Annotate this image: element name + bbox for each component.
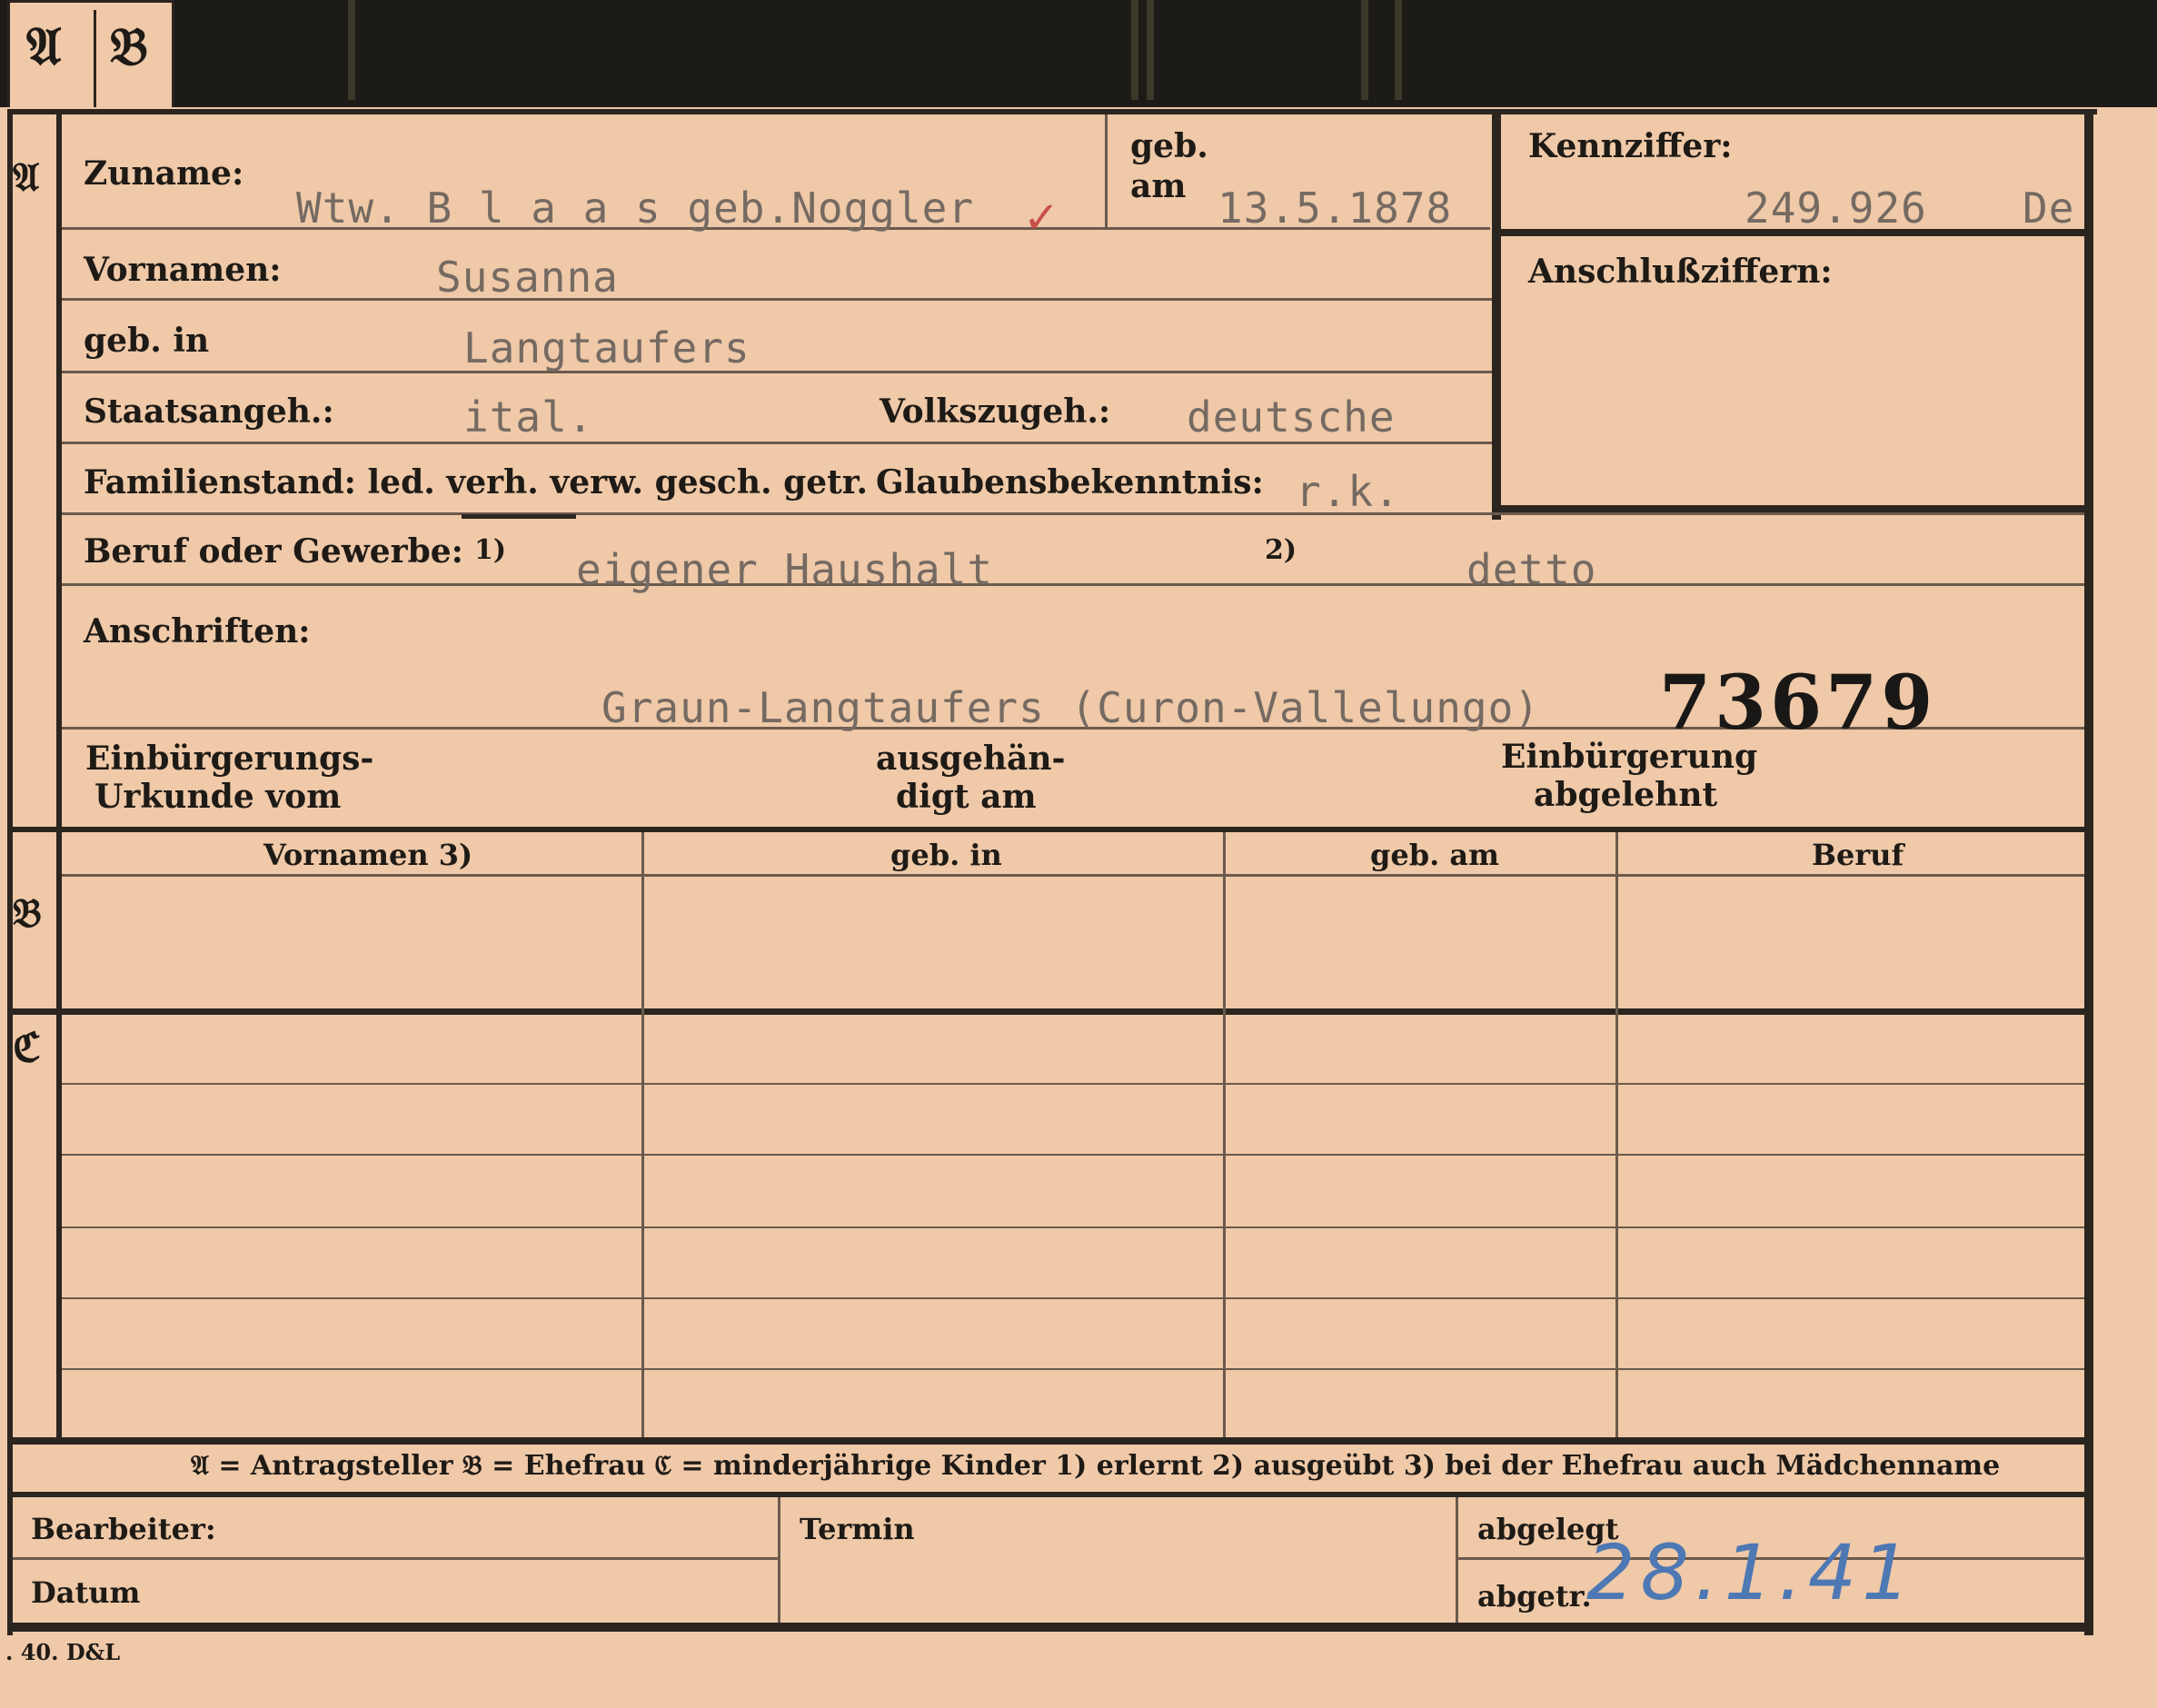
col-divider-2 bbox=[1223, 832, 1226, 1441]
table-header-gebin: geb. in bbox=[890, 838, 1002, 872]
staats-row-line bbox=[62, 442, 1492, 444]
geb-divider bbox=[1105, 114, 1108, 227]
familien-underline bbox=[462, 514, 576, 519]
geb-label: geb. bbox=[1130, 127, 1208, 165]
stamp-number: 73679 bbox=[1659, 660, 1937, 747]
kennziffer-label: Kennziffer: bbox=[1528, 127, 1733, 165]
card-right-border bbox=[2084, 109, 2093, 1635]
gebin-value[interactable]: Langtaufers bbox=[463, 323, 750, 372]
staats-value[interactable]: ital. bbox=[463, 392, 593, 442]
section-b-label: 𝔅 bbox=[13, 890, 42, 937]
abgelehnt-line1: Einbürgerung bbox=[1501, 738, 1758, 776]
children-row-line bbox=[62, 1226, 2084, 1228]
vornamen-label: Vornamen: bbox=[84, 251, 282, 289]
kennziffer-value[interactable]: 249.926 bbox=[1744, 184, 1927, 233]
kennziffer-suffix: De bbox=[2023, 184, 2075, 233]
section-c-label: ℭ bbox=[13, 1025, 41, 1071]
abgelehnt-line2: abgelehnt bbox=[1534, 776, 1718, 814]
einb-urkunde-line1: Einbürgerungs- bbox=[85, 740, 374, 778]
termin-label: Termin bbox=[800, 1512, 915, 1546]
children-row-line bbox=[62, 1083, 2084, 1085]
bearbeiter-label: Bearbeiter: bbox=[31, 1512, 216, 1546]
footer-divider-1 bbox=[778, 1497, 780, 1623]
kennziffer-box-left bbox=[1492, 114, 1501, 520]
abgetr-label: abgetr. bbox=[1477, 1579, 1592, 1614]
card-left-border bbox=[7, 109, 13, 1635]
print-mark: . 40. D&L bbox=[5, 1639, 121, 1665]
table-header-line bbox=[62, 874, 2084, 877]
tab-b[interactable]: 𝔅 bbox=[110, 15, 148, 78]
gebin-label: geb. in bbox=[84, 322, 210, 360]
geb-am-value[interactable]: 13.5.1878 bbox=[1218, 184, 1452, 233]
vornamen-value[interactable]: Susanna bbox=[436, 253, 619, 302]
familien-row-line bbox=[62, 512, 2084, 515]
anschluss-label: Anschlußziffern: bbox=[1528, 253, 1833, 291]
section-b-bottom bbox=[7, 1008, 2088, 1015]
children-row-line bbox=[62, 1368, 2084, 1370]
footer-divider-2 bbox=[1456, 1497, 1458, 1623]
volks-value[interactable]: deutsche bbox=[1187, 392, 1396, 442]
beruf-mark-2: 2) bbox=[1265, 534, 1297, 566]
abgetr-value[interactable]: 28.1.41 bbox=[1586, 1528, 1916, 1617]
zuname-value[interactable]: Wtw. B l a a s geb.Noggler bbox=[296, 184, 974, 233]
section-a-bottom bbox=[7, 827, 2088, 832]
table-header-vornamen: Vornamen 3) bbox=[263, 838, 473, 872]
children-row-line bbox=[62, 1154, 2084, 1156]
datum-label: Datum bbox=[31, 1575, 141, 1610]
legend: 𝔄 = Antragsteller 𝔅 = Ehefrau ℭ = minder… bbox=[191, 1450, 2001, 1482]
col-divider-3 bbox=[1615, 832, 1618, 1441]
beruf-label: Beruf oder Gewerbe: bbox=[84, 532, 463, 571]
gebin-row-line bbox=[62, 371, 1492, 373]
familien-label: Familienstand: led. verh. verw. gesch. g… bbox=[84, 463, 868, 501]
card-top-border bbox=[7, 109, 2097, 114]
register-tabs: 𝔄 𝔅 bbox=[7, 0, 174, 111]
am-label: am bbox=[1130, 167, 1187, 205]
children-row-line bbox=[62, 1297, 2084, 1299]
tab-divider bbox=[94, 10, 96, 110]
legend-bottom-line bbox=[7, 1492, 2088, 1497]
beruf-value-2[interactable]: detto bbox=[1466, 545, 1596, 594]
card-bottom-border bbox=[7, 1623, 2093, 1632]
volks-label: Volkszugeh.: bbox=[880, 392, 1111, 431]
glauben-value[interactable]: r.k. bbox=[1296, 467, 1400, 516]
left-column-divider bbox=[56, 114, 62, 1441]
beruf-mark-1: 1) bbox=[474, 534, 507, 566]
col-divider-1 bbox=[641, 832, 644, 1441]
einb-urkunde-line2: Urkunde vom bbox=[94, 778, 342, 816]
beruf-row-line bbox=[62, 583, 2084, 586]
glauben-label: Glaubensbekenntnis: bbox=[876, 463, 1264, 501]
beruf-value-1[interactable]: eigener Haushalt bbox=[576, 545, 993, 594]
ausgeh-line1: ausgehän- bbox=[876, 740, 1066, 778]
anschriften-label: Anschriften: bbox=[84, 612, 311, 650]
ausgeh-line2: digt am bbox=[896, 778, 1037, 816]
anschriften-value[interactable]: Graun-Langtaufers (Curon-Vallelungo) bbox=[601, 683, 1540, 732]
staats-label: Staatsangeh.: bbox=[84, 392, 334, 431]
section-a-label: 𝔄 bbox=[13, 154, 40, 201]
legend-top-line bbox=[7, 1437, 2088, 1445]
vornamen-row-line bbox=[62, 298, 1492, 301]
footer-row-line-left bbox=[13, 1557, 778, 1560]
zuname-label: Zuname: bbox=[84, 154, 244, 193]
table-header-gebam: geb. am bbox=[1370, 838, 1499, 872]
tab-a[interactable]: 𝔄 bbox=[26, 15, 61, 78]
table-header-beruf: Beruf bbox=[1812, 838, 1904, 872]
check-mark: ✓ bbox=[1023, 193, 1060, 243]
